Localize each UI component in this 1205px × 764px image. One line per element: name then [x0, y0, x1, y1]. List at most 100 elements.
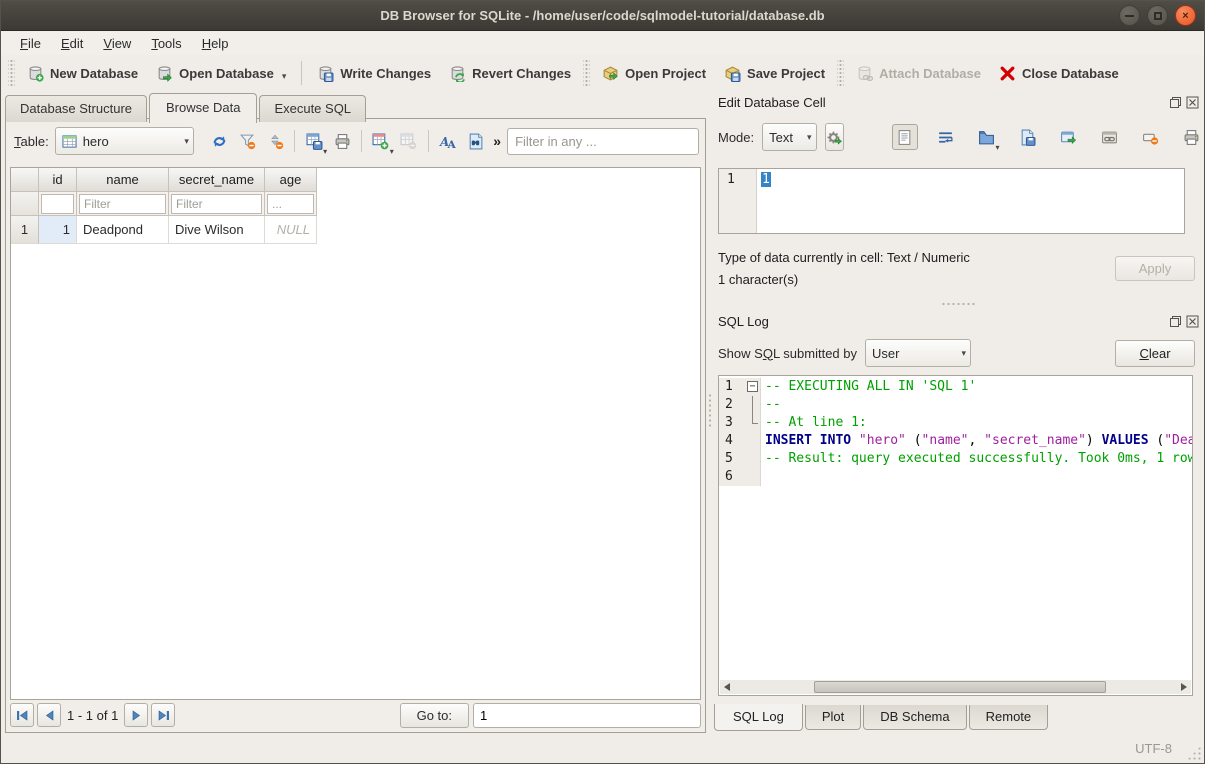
- toolbar-separator: [361, 130, 362, 152]
- menu-view[interactable]: View: [94, 34, 140, 53]
- column-header-secret-name[interactable]: secret_name: [169, 168, 265, 192]
- toolbar-overflow-icon[interactable]: »: [493, 133, 501, 149]
- cell-value-editor[interactable]: 1 1: [718, 168, 1185, 234]
- toolbar-drag-handle[interactable]: [8, 60, 15, 86]
- edit-cell-dock-titlebar[interactable]: Edit Database Cell: [714, 91, 1203, 113]
- text-mode-button[interactable]: [892, 124, 918, 150]
- font-format-button[interactable]: AA: [434, 127, 462, 155]
- sql-source-value: User: [872, 346, 899, 361]
- fold-collapse-icon[interactable]: −: [747, 381, 758, 392]
- column-header-name[interactable]: name: [77, 168, 169, 192]
- dock-tab-sql-log[interactable]: SQL Log: [714, 704, 803, 731]
- filter-any-input[interactable]: [507, 128, 699, 155]
- link-button[interactable]: [1097, 124, 1123, 150]
- minimize-button[interactable]: [1119, 5, 1140, 26]
- column-header-id[interactable]: id: [39, 168, 77, 192]
- table-combobox[interactable]: hero ▾: [55, 127, 194, 155]
- scrollbar-thumb[interactable]: [814, 681, 1106, 693]
- filter-input-name[interactable]: [79, 194, 166, 214]
- app-window: DB Browser for SQLite - /home/user/code/…: [0, 0, 1205, 764]
- goto-button[interactable]: Go to:: [400, 703, 469, 728]
- goto-input[interactable]: [473, 703, 701, 728]
- revert-changes-button[interactable]: Revert Changes: [440, 60, 580, 87]
- record-range-text: 1 - 1 of 1: [67, 708, 118, 723]
- dock-tab-db-schema[interactable]: DB Schema: [863, 705, 966, 730]
- print-button[interactable]: [328, 127, 356, 155]
- grid-filter-row: [11, 192, 700, 216]
- maximize-button[interactable]: [1147, 5, 1168, 26]
- apply-button[interactable]: Apply: [1115, 256, 1195, 281]
- dock-close-icon[interactable]: [1186, 315, 1199, 328]
- close-database-button[interactable]: Close Database: [990, 60, 1128, 87]
- row-number-cell[interactable]: 1: [11, 216, 39, 244]
- delete-record-button[interactable]: [395, 127, 423, 155]
- dock-float-icon[interactable]: [1169, 96, 1182, 109]
- next-record-button[interactable]: [124, 703, 148, 727]
- menu-help[interactable]: Help: [193, 34, 238, 53]
- tab-database-structure[interactable]: Database Structure: [5, 95, 147, 122]
- word-wrap-button[interactable]: [933, 124, 959, 150]
- clear-log-button[interactable]: Clear: [1115, 340, 1195, 367]
- cell-age[interactable]: NULL: [265, 216, 317, 244]
- first-record-button[interactable]: [10, 703, 34, 727]
- open-project-button[interactable]: Open Project: [593, 60, 715, 87]
- print-cell-button[interactable]: [1179, 124, 1205, 150]
- cell-id[interactable]: 1: [39, 216, 77, 244]
- cell-secret-name[interactable]: Dive Wilson: [169, 216, 265, 244]
- font-format-icon: AA: [439, 133, 456, 150]
- import-data-button[interactable]: ▾: [974, 124, 1000, 150]
- toolbar-drag-handle[interactable]: [837, 60, 844, 86]
- data-grid[interactable]: id name secret_name age 1 1 Deadpond Div…: [10, 167, 701, 700]
- filter-input-id[interactable]: [41, 194, 74, 214]
- attach-database-button[interactable]: Attach Database: [847, 60, 990, 87]
- grid-corner-cell[interactable]: [11, 168, 39, 192]
- dock-tab-plot[interactable]: Plot: [805, 705, 861, 730]
- menu-tools[interactable]: Tools: [142, 34, 190, 53]
- write-changes-button[interactable]: Write Changes: [308, 60, 440, 87]
- insert-record-button[interactable]: ▾: [367, 127, 395, 155]
- auto-apply-button[interactable]: [825, 123, 844, 151]
- dock-close-icon[interactable]: [1186, 96, 1199, 109]
- refresh-button[interactable]: [206, 127, 234, 155]
- menu-edit[interactable]: Edit: [52, 34, 92, 53]
- clear-filters-button[interactable]: [234, 127, 262, 155]
- filter-input-age[interactable]: [267, 194, 314, 214]
- main-tabbar: Database Structure Browse Data Execute S…: [5, 92, 368, 122]
- save-table-button[interactable]: ▾: [300, 127, 328, 155]
- log-horizontal-scrollbar[interactable]: [720, 680, 1191, 694]
- link-icon: [1101, 129, 1118, 146]
- dock-tab-remote[interactable]: Remote: [969, 705, 1049, 730]
- clear-sorting-button[interactable]: [261, 127, 289, 155]
- tab-execute-sql[interactable]: Execute SQL: [259, 95, 366, 122]
- open-database-button[interactable]: Open Database ▾: [147, 60, 295, 87]
- save-project-button[interactable]: Save Project: [715, 60, 834, 87]
- tab-browse-data[interactable]: Browse Data: [149, 93, 257, 123]
- scroll-left-arrow[interactable]: [720, 680, 734, 694]
- sql-source-combobox[interactable]: User ▾: [865, 339, 971, 367]
- sql-log-dock-titlebar[interactable]: SQL Log: [714, 310, 1203, 332]
- export-data-button[interactable]: [1015, 124, 1041, 150]
- resize-grip-icon[interactable]: [1187, 746, 1201, 760]
- open-in-external-button[interactable]: [1056, 124, 1082, 150]
- dock-splitter[interactable]: [714, 298, 1203, 310]
- scroll-right-arrow[interactable]: [1177, 680, 1191, 694]
- toolbar-drag-handle[interactable]: [583, 60, 590, 86]
- titlebar[interactable]: DB Browser for SQLite - /home/user/code/…: [1, 1, 1204, 31]
- sql-log-view[interactable]: 1−-- EXECUTING ALL IN 'SQL 1'2--3-- At l…: [718, 375, 1193, 696]
- set-null-button[interactable]: [1138, 124, 1164, 150]
- mode-combobox[interactable]: Text ▾: [762, 123, 816, 151]
- previous-record-button[interactable]: [37, 703, 61, 727]
- last-record-button[interactable]: [151, 703, 175, 727]
- dock-float-icon[interactable]: [1169, 315, 1182, 328]
- new-database-button[interactable]: New Database: [18, 60, 147, 87]
- column-header-age[interactable]: age: [265, 168, 317, 192]
- pane-splitter[interactable]: [706, 91, 714, 731]
- menu-file[interactable]: File: [11, 34, 50, 53]
- scrollbar-track[interactable]: [734, 681, 1177, 693]
- cell-name[interactable]: Deadpond: [77, 216, 169, 244]
- open-database-dropdown-icon[interactable]: ▾: [282, 71, 287, 82]
- find-in-table-button[interactable]: [461, 127, 489, 155]
- splitter-handle-icon: [941, 302, 977, 306]
- close-button[interactable]: ×: [1175, 5, 1196, 26]
- filter-input-secret-name[interactable]: [171, 194, 262, 214]
